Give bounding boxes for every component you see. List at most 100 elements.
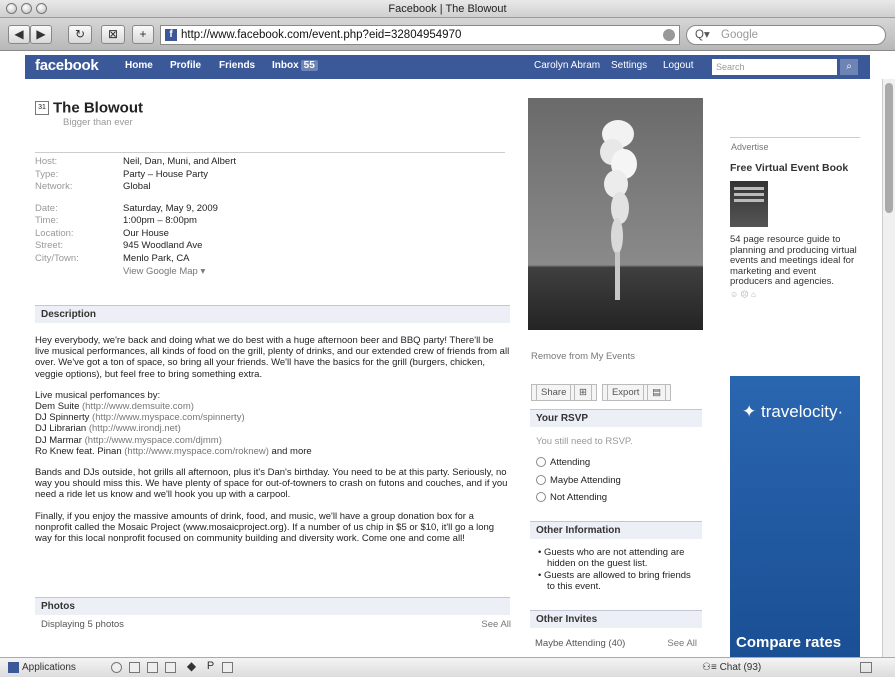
nav-inbox[interactable]: Inbox 55 xyxy=(272,60,318,71)
page-content: 31 The Blowout Bigger than ever Host: Neil… xyxy=(25,79,870,657)
p-icon[interactable]: P xyxy=(205,661,216,673)
detail-row: Host: Neil, Dan, Muni, and Albert xyxy=(35,156,505,169)
add-bookmark-button[interactable]: + xyxy=(132,25,154,44)
performer-link[interactable]: (http://www.irondj.net) xyxy=(89,423,181,434)
invites-see-all-link[interactable]: See All xyxy=(667,638,697,649)
performer-suffix: and more xyxy=(268,445,312,457)
facebook-bottom-bar: Applications ◆ P ⚇≡ Chat (93) xyxy=(0,657,895,677)
share-button[interactable]: Share ⊞ xyxy=(531,384,597,401)
export-button[interactable]: Export ▤ xyxy=(601,384,672,401)
reload-button[interactable]: ↻ xyxy=(68,25,92,44)
other-information-heading: Other Information xyxy=(530,521,702,539)
export-icon: ▤ xyxy=(647,384,667,401)
nav-home[interactable]: Home xyxy=(125,60,153,71)
address-bar[interactable]: f http://www.facebook.com/event.php?eid=… xyxy=(160,25,680,45)
inbox-count-badge: 55 xyxy=(300,60,318,71)
maybe-attending-link[interactable]: Maybe Attending (40) xyxy=(535,638,625,649)
window-controls[interactable] xyxy=(6,3,47,14)
detail-row: Date: Saturday, May 9, 2009 xyxy=(35,203,505,216)
detail-value: Menlo Park, CA xyxy=(123,252,190,264)
detail-label: Network: xyxy=(35,181,73,192)
facebook-favicon-icon: f xyxy=(165,29,177,41)
detail-label: Location: xyxy=(35,227,74,239)
ad-text: 54 page resource guide to planning and p… xyxy=(730,234,857,288)
ad-like-icon[interactable]: ☺ ☹ ⌂ xyxy=(730,290,860,299)
scrollbar-thumb[interactable] xyxy=(885,83,893,213)
notes-icon[interactable] xyxy=(165,662,176,673)
other-information-list: • Guests who are not attending are hidde… xyxy=(538,547,698,594)
chat-label: Chat (93) xyxy=(719,662,762,673)
view-google-map-link[interactable]: View Google Map ▾ xyxy=(123,265,505,279)
plus-icon: ⊞ xyxy=(574,384,592,401)
zoom-window-button[interactable] xyxy=(36,3,47,14)
vertical-scrollbar[interactable] xyxy=(882,79,895,657)
photos-info: Displaying 5 photos See All xyxy=(41,619,511,630)
remove-from-my-events-link[interactable]: Remove from My Events xyxy=(531,351,635,362)
detail-value: 945 Woodland Ave xyxy=(123,240,203,251)
ad-book-image[interactable] xyxy=(730,181,768,227)
google-search-placeholder: Google xyxy=(721,29,759,41)
detail-label: Type: xyxy=(35,168,59,180)
description-paragraph: Finally, if you enjoy the massive amount… xyxy=(35,510,495,545)
nav-profile[interactable]: Profile xyxy=(170,60,201,71)
description-paragraph: Hey everybody, we're back and doing what… xyxy=(35,335,510,380)
description-paragraph: Bands and DJs outside, hot grills all af… xyxy=(35,467,508,501)
explosion-plume-image xyxy=(600,120,637,300)
notifications-icon[interactable] xyxy=(860,662,872,673)
ad-title[interactable]: Free Virtual Event Book xyxy=(730,162,860,175)
detail-label: Host: xyxy=(35,156,58,167)
performer-name: Ro Knew feat. Pinan xyxy=(35,445,122,457)
event-photo[interactable] xyxy=(528,98,703,330)
diamond-icon[interactable]: ◆ xyxy=(186,660,197,673)
detail-label: Date: xyxy=(35,202,58,214)
rsvp-not-attending-radio[interactable]: Not Attending xyxy=(536,492,607,503)
travelocity-ad-banner[interactable]: ✦ travelocity· Compare rates xyxy=(730,376,860,657)
rsvp-attending-radio[interactable]: Attending xyxy=(536,457,590,468)
other-info-item: • Guests are allowed to bring friends to… xyxy=(538,570,691,592)
close-window-button[interactable] xyxy=(6,3,17,14)
rsvp-maybe-radio[interactable]: Maybe Attending xyxy=(536,475,621,486)
radio-icon xyxy=(536,457,546,468)
compare-rates-text: Compare rates xyxy=(736,634,842,651)
applications-button[interactable]: Applications xyxy=(8,658,76,677)
calendar-icon: 31 xyxy=(35,100,49,115)
logout-link[interactable]: Logout xyxy=(663,60,694,71)
forward-button[interactable]: ▶ xyxy=(30,25,52,44)
performer-link[interactable]: (http://www.demsuite.com) xyxy=(82,401,194,412)
performers-intro: Live musical perfomances by: xyxy=(35,389,161,401)
detail-row: Network: Global xyxy=(35,181,505,194)
detail-label: Street: xyxy=(35,240,63,251)
photos-see-all-link[interactable]: See All xyxy=(481,619,511,630)
minimize-window-button[interactable] xyxy=(21,3,32,14)
photos-icon[interactable] xyxy=(129,662,140,673)
travelocity-logo: ✦ travelocity· xyxy=(742,402,844,421)
events-icon[interactable] xyxy=(222,662,233,673)
detail-row: Street: 945 Woodland Ave xyxy=(35,240,505,253)
back-button[interactable]: ◀ xyxy=(8,25,30,44)
settings-link[interactable]: Settings xyxy=(611,60,647,71)
reload-icon[interactable] xyxy=(663,29,675,41)
facebook-search-input[interactable]: Search xyxy=(712,59,837,75)
performer-name: DJ Librarian xyxy=(35,423,87,435)
user-name-link[interactable]: Carolyn Abram xyxy=(534,60,600,71)
google-search-field[interactable]: Q▾ Google xyxy=(686,25,886,45)
advertise-link[interactable]: Advertise xyxy=(730,138,860,162)
groups-icon[interactable] xyxy=(147,662,158,673)
event-description: Hey everybody, we're back and doing what… xyxy=(35,335,510,554)
other-invites-heading: Other Invites xyxy=(530,610,702,628)
facebook-search-button[interactable]: ⌕ xyxy=(840,59,858,75)
facebook-header: facebook Home Profile Friends Inbox 55 Ca… xyxy=(25,55,870,79)
performer-link[interactable]: (http://www.myspace.com/djmm) xyxy=(85,435,222,446)
radio-icon xyxy=(536,492,546,503)
nav-friends[interactable]: Friends xyxy=(219,60,255,71)
globe-icon[interactable] xyxy=(111,662,122,673)
performer-link[interactable]: (http://www.myspace.com/spinnerty) xyxy=(92,412,245,423)
other-info-text: Guests are allowed to bring friends to t… xyxy=(543,570,691,592)
rsvp-option-label: Attending xyxy=(550,457,591,468)
performer-name: DJ Marmar xyxy=(35,434,82,446)
chat-button[interactable]: ⚇≡ Chat (93) xyxy=(702,658,761,677)
bookmarks-button[interactable]: ⊠ xyxy=(101,25,125,44)
detail-value: Saturday, May 9, 2009 xyxy=(123,202,218,214)
performer-link[interactable]: (http://www.myspace.com/roknew) xyxy=(124,446,269,457)
facebook-logo[interactable]: facebook xyxy=(35,57,99,74)
